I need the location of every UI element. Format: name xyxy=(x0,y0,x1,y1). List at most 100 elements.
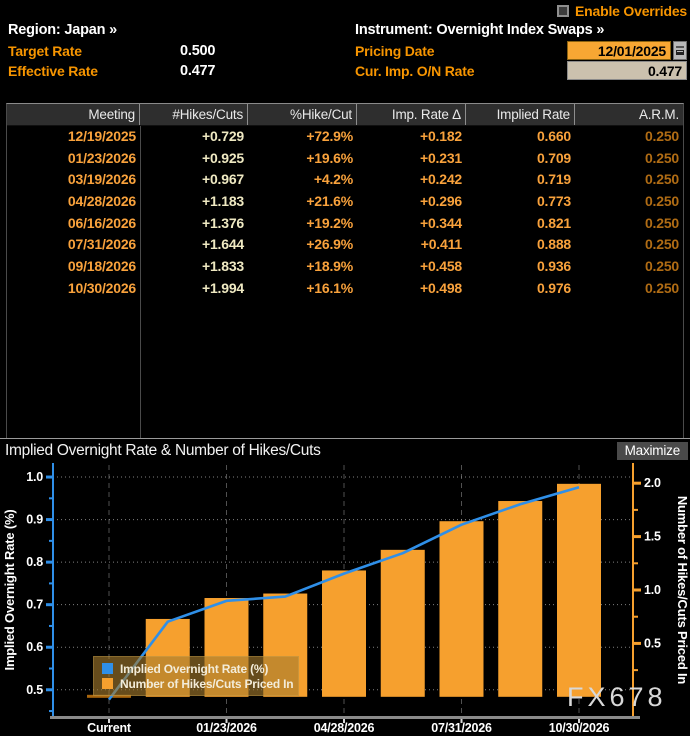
cell-meeting: 01/23/2026 xyxy=(7,148,140,170)
cell-hikes-cuts: +1.833 xyxy=(140,256,248,278)
col-header-imp-rate-delta[interactable]: Imp. Rate Δ xyxy=(357,104,466,125)
cell-pct-hike-cut: +18.9% xyxy=(248,256,357,278)
cell-imp-rate-delta: +0.498 xyxy=(357,278,466,300)
svg-text:10/30/2026: 10/30/2026 xyxy=(549,721,610,735)
watermark: FX678 xyxy=(567,682,667,713)
svg-text:0.6: 0.6 xyxy=(26,640,43,654)
cur-imp-rate-label: Cur. Imp. O/N Rate xyxy=(355,63,474,79)
svg-text:1.5: 1.5 xyxy=(644,530,661,544)
target-rate-label: Target Rate xyxy=(8,43,82,59)
table-row[interactable]: 07/31/2026+1.644+26.9%+0.4110.8880.250 xyxy=(7,234,683,256)
col-header-meeting[interactable]: Meeting xyxy=(7,104,140,125)
svg-text:Number of Hikes/Cuts Priced In: Number of Hikes/Cuts Priced In xyxy=(675,496,690,685)
cell-imp-rate-delta: +0.242 xyxy=(357,169,466,191)
table-row[interactable]: 06/16/2026+1.376+19.2%+0.3440.8210.250 xyxy=(7,213,683,235)
cell-implied-rate: 0.821 xyxy=(466,213,575,235)
cell-hikes-cuts: +1.376 xyxy=(140,213,248,235)
col-header-pct-hike-cut[interactable]: %Hike/Cut xyxy=(248,104,357,125)
cell-implied-rate: 0.709 xyxy=(466,148,575,170)
cell-implied-rate: 0.660 xyxy=(466,126,575,148)
col-header-implied-rate[interactable]: Implied Rate xyxy=(466,104,575,125)
cell-pct-hike-cut: +19.6% xyxy=(248,148,357,170)
cell-arm: 0.250 xyxy=(575,278,683,300)
cell-hikes-cuts: +0.967 xyxy=(140,169,248,191)
cell-imp-rate-delta: +0.231 xyxy=(357,148,466,170)
region-link[interactable]: Region: Japan » xyxy=(8,22,117,38)
table-row[interactable]: 10/30/2026+1.994+16.1%+0.4980.9760.250 xyxy=(7,278,683,300)
table-row[interactable]: 12/19/2025+0.729+72.9%+0.1820.6600.250 xyxy=(7,126,683,148)
cell-meeting: 06/16/2026 xyxy=(7,213,140,235)
maximize-button[interactable]: Maximize xyxy=(617,442,688,460)
svg-text:Implied Overnight Rate (%): Implied Overnight Rate (%) xyxy=(2,510,17,671)
legend-label: Number of Hikes/Cuts Priced In xyxy=(120,677,293,691)
cell-implied-rate: 0.719 xyxy=(466,169,575,191)
instrument-link[interactable]: Instrument: Overnight Index Swaps » xyxy=(355,22,604,38)
chart-title: Implied Overnight Rate & Number of Hikes… xyxy=(0,442,321,460)
cell-pct-hike-cut: +72.9% xyxy=(248,126,357,148)
cell-hikes-cuts: +0.729 xyxy=(140,126,248,148)
cur-imp-rate-input[interactable]: 0.477 xyxy=(567,61,687,80)
cell-meeting: 12/19/2025 xyxy=(7,126,140,148)
meeting-column-separator xyxy=(140,126,141,438)
legend-entry: Number of Hikes/Cuts Priced In xyxy=(102,676,292,691)
cell-meeting: 10/30/2026 xyxy=(7,278,140,300)
cell-imp-rate-delta: +0.344 xyxy=(357,213,466,235)
table-body: 12/19/2025+0.729+72.9%+0.1820.6600.25001… xyxy=(7,126,683,300)
svg-text:0.8: 0.8 xyxy=(26,555,43,569)
wirp-screen: Enable Overrides Region: Japan » Instrum… xyxy=(0,0,690,736)
svg-text:Current: Current xyxy=(87,721,132,735)
target-rate-value: 0.500 xyxy=(180,43,215,59)
cell-hikes-cuts: +0.925 xyxy=(140,148,248,170)
cell-pct-hike-cut: +26.9% xyxy=(248,234,357,256)
enable-overrides-control[interactable]: Enable Overrides xyxy=(557,3,687,19)
cell-arm: 0.250 xyxy=(575,126,683,148)
cell-pct-hike-cut: +16.1% xyxy=(248,278,357,300)
legend-label: Implied Overnight Rate (%) xyxy=(120,662,268,676)
cell-meeting: 09/18/2026 xyxy=(7,256,140,278)
cell-hikes-cuts: +1.644 xyxy=(140,234,248,256)
legend-entry: Implied Overnight Rate (%) xyxy=(102,661,292,676)
cell-arm: 0.250 xyxy=(575,213,683,235)
cell-hikes-cuts: +1.994 xyxy=(140,278,248,300)
cell-imp-rate-delta: +0.458 xyxy=(357,256,466,278)
svg-text:1.0: 1.0 xyxy=(26,470,43,484)
chart-legend: Implied Overnight Rate (%)Number of Hike… xyxy=(93,656,299,696)
svg-text:0.9: 0.9 xyxy=(26,513,43,527)
cell-pct-hike-cut: +21.6% xyxy=(248,191,357,213)
svg-text:0.5: 0.5 xyxy=(644,636,661,650)
pricing-date-input[interactable]: 12/01/2025 xyxy=(567,41,671,60)
table-row[interactable]: 09/18/2026+1.833+18.9%+0.4580.9360.250 xyxy=(7,256,683,278)
svg-text:1.0: 1.0 xyxy=(644,583,661,597)
cell-arm: 0.250 xyxy=(575,191,683,213)
svg-text:0.5: 0.5 xyxy=(26,683,43,697)
cell-hikes-cuts: +1.183 xyxy=(140,191,248,213)
svg-text:07/31/2026: 07/31/2026 xyxy=(431,721,492,735)
table-row[interactable]: 03/19/2026+0.967+4.2%+0.2420.7190.250 xyxy=(7,169,683,191)
chart-section: Implied Overnight Rate & Number of Hikes… xyxy=(0,438,690,736)
svg-text:01/23/2026: 01/23/2026 xyxy=(196,721,257,735)
header-section: Enable Overrides Region: Japan » Instrum… xyxy=(0,0,690,103)
cell-implied-rate: 0.773 xyxy=(466,191,575,213)
table-row[interactable]: 01/23/2026+0.925+19.6%+0.2310.7090.250 xyxy=(7,148,683,170)
cell-pct-hike-cut: +4.2% xyxy=(248,169,357,191)
col-header-arm[interactable]: A.R.M. xyxy=(575,104,683,125)
col-header-hikes-cuts[interactable]: #Hikes/Cuts xyxy=(140,104,248,125)
cell-imp-rate-delta: +0.182 xyxy=(357,126,466,148)
effective-rate-label: Effective Rate xyxy=(8,63,98,79)
calendar-icon xyxy=(676,46,684,55)
calendar-button[interactable] xyxy=(673,41,687,60)
svg-text:0.7: 0.7 xyxy=(26,598,43,612)
enable-overrides-checkbox[interactable] xyxy=(557,5,569,17)
svg-text:2.0: 2.0 xyxy=(644,476,661,490)
cell-imp-rate-delta: +0.411 xyxy=(357,234,466,256)
table-header-row: Meeting #Hikes/Cuts %Hike/Cut Imp. Rate … xyxy=(7,104,683,126)
table-row[interactable]: 04/28/2026+1.183+21.6%+0.2960.7730.250 xyxy=(7,191,683,213)
cell-meeting: 07/31/2026 xyxy=(7,234,140,256)
svg-text:04/28/2026: 04/28/2026 xyxy=(314,721,375,735)
cell-meeting: 03/19/2026 xyxy=(7,169,140,191)
cell-pct-hike-cut: +19.2% xyxy=(248,213,357,235)
cell-implied-rate: 0.888 xyxy=(466,234,575,256)
pricing-date-label: Pricing Date xyxy=(355,43,434,59)
cell-arm: 0.250 xyxy=(575,234,683,256)
cell-arm: 0.250 xyxy=(575,148,683,170)
